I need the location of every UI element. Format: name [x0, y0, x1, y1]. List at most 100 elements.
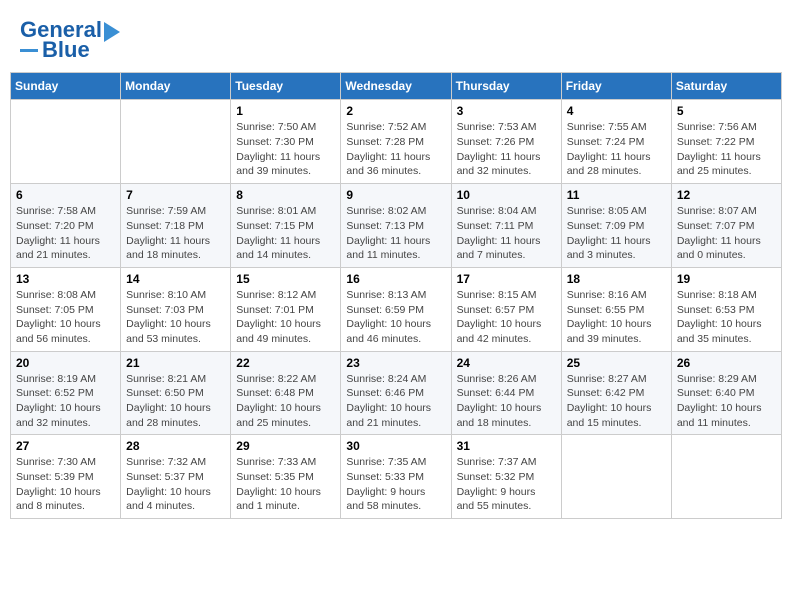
day-info: Sunrise: 7:37 AM Sunset: 5:32 PM Dayligh… — [457, 455, 556, 514]
weekday-header-thursday: Thursday — [451, 73, 561, 100]
logo-text2: Blue — [42, 38, 90, 62]
day-number: 16 — [346, 272, 445, 286]
day-info: Sunrise: 7:55 AM Sunset: 7:24 PM Dayligh… — [567, 120, 666, 179]
logo: General Blue — [20, 18, 120, 62]
day-number: 8 — [236, 188, 335, 202]
day-info: Sunrise: 8:10 AM Sunset: 7:03 PM Dayligh… — [126, 288, 225, 347]
calendar-cell: 28 Sunrise: 7:32 AM Sunset: 5:37 PM Dayli… — [121, 435, 231, 519]
weekday-header-monday: Monday — [121, 73, 231, 100]
day-info: Sunrise: 7:56 AM Sunset: 7:22 PM Dayligh… — [677, 120, 776, 179]
day-number: 18 — [567, 272, 666, 286]
calendar-week-row: 6 Sunrise: 7:58 AM Sunset: 7:20 PM Daylig… — [11, 184, 782, 268]
calendar-cell: 23Sunrise: 8:24 AM Sunset: 6:46 PM Dayli… — [341, 351, 451, 435]
day-number: 3 — [457, 104, 556, 118]
day-info: Sunrise: 8:02 AM Sunset: 7:13 PM Dayligh… — [346, 204, 445, 263]
calendar-cell: 2Sunrise: 7:52 AM Sunset: 7:28 PM Daylig… — [341, 100, 451, 184]
day-info: Sunrise: 7:59 AM Sunset: 7:18 PM Dayligh… — [126, 204, 225, 263]
calendar-week-row: 20 Sunrise: 8:19 AM Sunset: 6:52 PM Dayli… — [11, 351, 782, 435]
calendar-cell: 1 Sunrise: 7:50 AM Sunset: 7:30 PM Daylig… — [231, 100, 341, 184]
calendar-cell: 4Sunrise: 7:55 AM Sunset: 7:24 PM Daylig… — [561, 100, 671, 184]
day-number: 9 — [346, 188, 445, 202]
calendar-cell: 11 Sunrise: 8:05 AM Sunset: 7:09 PM Dayli… — [561, 184, 671, 268]
calendar-cell: 25 Sunrise: 8:27 AM Sunset: 6:42 PM Dayli… — [561, 351, 671, 435]
day-info: Sunrise: 7:58 AM Sunset: 7:20 PM Dayligh… — [16, 204, 115, 263]
calendar-week-row: 27 Sunrise: 7:30 AM Sunset: 5:39 PM Dayli… — [11, 435, 782, 519]
day-info: Sunrise: 8:07 AM Sunset: 7:07 PM Dayligh… — [677, 204, 776, 263]
day-info: Sunrise: 7:53 AM Sunset: 7:26 PM Dayligh… — [457, 120, 556, 179]
day-info: Sunrise: 8:05 AM Sunset: 7:09 PM Dayligh… — [567, 204, 666, 263]
day-number: 7 — [126, 188, 225, 202]
day-number: 27 — [16, 439, 115, 453]
day-info: Sunrise: 8:21 AM Sunset: 6:50 PM Dayligh… — [126, 372, 225, 431]
day-info: Sunrise: 8:12 AM Sunset: 7:01 PM Dayligh… — [236, 288, 335, 347]
day-number: 6 — [16, 188, 115, 202]
day-number: 28 — [126, 439, 225, 453]
calendar-cell: 9 Sunrise: 8:02 AM Sunset: 7:13 PM Daylig… — [341, 184, 451, 268]
day-info: Sunrise: 8:01 AM Sunset: 7:15 PM Dayligh… — [236, 204, 335, 263]
day-number: 17 — [457, 272, 556, 286]
day-number: 2 — [346, 104, 445, 118]
calendar-week-row: 1 Sunrise: 7:50 AM Sunset: 7:30 PM Daylig… — [11, 100, 782, 184]
calendar-cell — [121, 100, 231, 184]
day-info: Sunrise: 8:24 AM Sunset: 6:46 PM Dayligh… — [346, 372, 445, 431]
weekday-header-wednesday: Wednesday — [341, 73, 451, 100]
calendar-cell: 24 Sunrise: 8:26 AM Sunset: 6:44 PM Dayli… — [451, 351, 561, 435]
weekday-header-sunday: Sunday — [11, 73, 121, 100]
calendar-cell: 5Sunrise: 7:56 AM Sunset: 7:22 PM Daylig… — [671, 100, 781, 184]
day-number: 29 — [236, 439, 335, 453]
day-info: Sunrise: 8:27 AM Sunset: 6:42 PM Dayligh… — [567, 372, 666, 431]
weekday-header-row: SundayMondayTuesdayWednesdayThursdayFrid… — [11, 73, 782, 100]
calendar-cell: 31 Sunrise: 7:37 AM Sunset: 5:32 PM Dayli… — [451, 435, 561, 519]
day-info: Sunrise: 8:16 AM Sunset: 6:55 PM Dayligh… — [567, 288, 666, 347]
day-info: Sunrise: 7:33 AM Sunset: 5:35 PM Dayligh… — [236, 455, 335, 514]
calendar-cell: 6 Sunrise: 7:58 AM Sunset: 7:20 PM Daylig… — [11, 184, 121, 268]
day-info: Sunrise: 8:29 AM Sunset: 6:40 PM Dayligh… — [677, 372, 776, 431]
day-number: 20 — [16, 356, 115, 370]
calendar-cell: 26Sunrise: 8:29 AM Sunset: 6:40 PM Dayli… — [671, 351, 781, 435]
day-info: Sunrise: 8:15 AM Sunset: 6:57 PM Dayligh… — [457, 288, 556, 347]
day-info: Sunrise: 8:13 AM Sunset: 6:59 PM Dayligh… — [346, 288, 445, 347]
calendar-cell: 21 Sunrise: 8:21 AM Sunset: 6:50 PM Dayli… — [121, 351, 231, 435]
day-number: 24 — [457, 356, 556, 370]
calendar-cell: 8 Sunrise: 8:01 AM Sunset: 7:15 PM Daylig… — [231, 184, 341, 268]
day-number: 15 — [236, 272, 335, 286]
day-number: 31 — [457, 439, 556, 453]
day-number: 12 — [677, 188, 776, 202]
day-info: Sunrise: 8:04 AM Sunset: 7:11 PM Dayligh… — [457, 204, 556, 263]
weekday-header-tuesday: Tuesday — [231, 73, 341, 100]
day-number: 14 — [126, 272, 225, 286]
calendar-cell: 20 Sunrise: 8:19 AM Sunset: 6:52 PM Dayli… — [11, 351, 121, 435]
day-info: Sunrise: 8:26 AM Sunset: 6:44 PM Dayligh… — [457, 372, 556, 431]
calendar-cell — [671, 435, 781, 519]
calendar-cell: 29 Sunrise: 7:33 AM Sunset: 5:35 PM Dayli… — [231, 435, 341, 519]
day-number: 21 — [126, 356, 225, 370]
calendar-cell: 30Sunrise: 7:35 AM Sunset: 5:33 PM Dayli… — [341, 435, 451, 519]
calendar-cell: 15 Sunrise: 8:12 AM Sunset: 7:01 PM Dayli… — [231, 267, 341, 351]
calendar-cell: 16 Sunrise: 8:13 AM Sunset: 6:59 PM Dayli… — [341, 267, 451, 351]
day-info: Sunrise: 7:30 AM Sunset: 5:39 PM Dayligh… — [16, 455, 115, 514]
day-number: 11 — [567, 188, 666, 202]
calendar-cell: 18 Sunrise: 8:16 AM Sunset: 6:55 PM Dayli… — [561, 267, 671, 351]
day-info: Sunrise: 7:35 AM Sunset: 5:33 PM Dayligh… — [346, 455, 445, 514]
day-info: Sunrise: 8:19 AM Sunset: 6:52 PM Dayligh… — [16, 372, 115, 431]
day-info: Sunrise: 8:22 AM Sunset: 6:48 PM Dayligh… — [236, 372, 335, 431]
calendar-cell: 7 Sunrise: 7:59 AM Sunset: 7:18 PM Daylig… — [121, 184, 231, 268]
calendar-cell: 27 Sunrise: 7:30 AM Sunset: 5:39 PM Dayli… — [11, 435, 121, 519]
logo-arrow-icon — [104, 22, 120, 42]
calendar-cell: 3 Sunrise: 7:53 AM Sunset: 7:26 PM Daylig… — [451, 100, 561, 184]
day-info: Sunrise: 7:50 AM Sunset: 7:30 PM Dayligh… — [236, 120, 335, 179]
weekday-header-saturday: Saturday — [671, 73, 781, 100]
calendar-week-row: 13Sunrise: 8:08 AM Sunset: 7:05 PM Dayli… — [11, 267, 782, 351]
calendar-cell — [11, 100, 121, 184]
day-info: Sunrise: 8:08 AM Sunset: 7:05 PM Dayligh… — [16, 288, 115, 347]
day-info: Sunrise: 8:18 AM Sunset: 6:53 PM Dayligh… — [677, 288, 776, 347]
day-number: 25 — [567, 356, 666, 370]
calendar-cell: 17 Sunrise: 8:15 AM Sunset: 6:57 PM Dayli… — [451, 267, 561, 351]
day-info: Sunrise: 7:32 AM Sunset: 5:37 PM Dayligh… — [126, 455, 225, 514]
calendar-cell: 10 Sunrise: 8:04 AM Sunset: 7:11 PM Dayli… — [451, 184, 561, 268]
calendar-table: SundayMondayTuesdayWednesdayThursdayFrid… — [10, 72, 782, 519]
calendar-cell: 19Sunrise: 8:18 AM Sunset: 6:53 PM Dayli… — [671, 267, 781, 351]
calendar-cell: 12 Sunrise: 8:07 AM Sunset: 7:07 PM Dayli… — [671, 184, 781, 268]
day-number: 10 — [457, 188, 556, 202]
day-number: 1 — [236, 104, 335, 118]
